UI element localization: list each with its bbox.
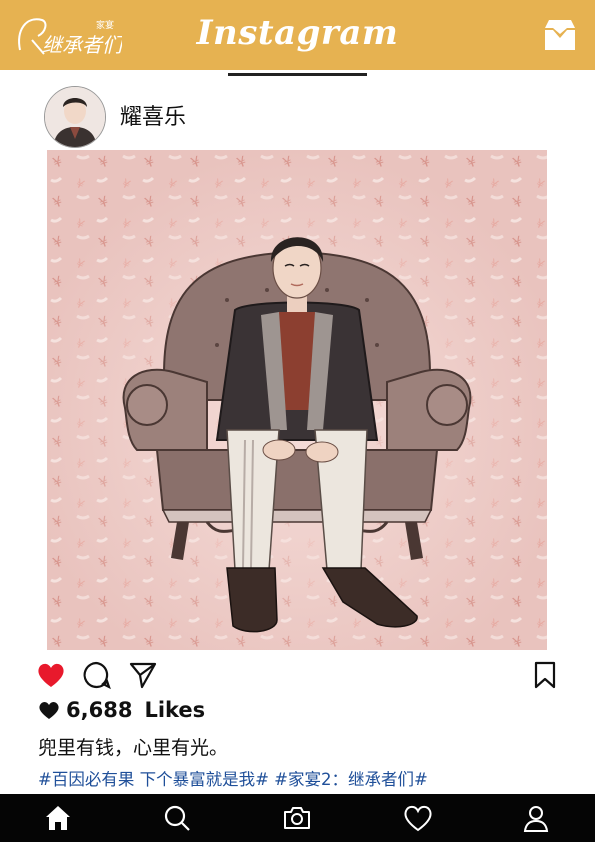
likes-label: Likes: [144, 698, 206, 722]
post-caption: 兜里有钱，心里有光。: [38, 737, 229, 759]
comment-bubble-icon: [83, 661, 111, 690]
search-icon[interactable]: [161, 802, 193, 834]
camera-icon[interactable]: [281, 802, 313, 834]
post-hashtags[interactable]: #百因必有果 下个暴富就是我# #家宴2：继承者们#: [38, 766, 428, 790]
likes-count: 6,688: [66, 698, 133, 722]
app-title: Instagram: [196, 13, 399, 53]
like-button[interactable]: [36, 660, 66, 690]
bookmark-icon: [534, 661, 556, 689]
tab-indicator: [228, 73, 367, 76]
share-button[interactable]: [128, 660, 158, 690]
heart-filled-icon: [38, 663, 64, 687]
bottom-nav: [0, 794, 595, 842]
avatar-portrait: [45, 87, 105, 147]
paper-plane-icon: [129, 662, 157, 689]
home-icon[interactable]: [42, 802, 74, 834]
likes-summary: 6,688 Likes: [38, 697, 205, 723]
save-button[interactable]: [532, 660, 558, 690]
profile-icon[interactable]: [520, 802, 552, 834]
comment-button[interactable]: [81, 660, 111, 690]
heart-outline-icon[interactable]: [402, 802, 434, 834]
avatar[interactable]: [44, 86, 106, 148]
app-header: 继承者们 家宴 Instagram: [0, 0, 595, 70]
post-username[interactable]: 耀喜乐: [120, 99, 186, 131]
inbox-tray-icon[interactable]: [541, 16, 579, 54]
heart-small-icon: [39, 702, 59, 719]
post-image[interactable]: ¥ ¥: [47, 150, 547, 650]
